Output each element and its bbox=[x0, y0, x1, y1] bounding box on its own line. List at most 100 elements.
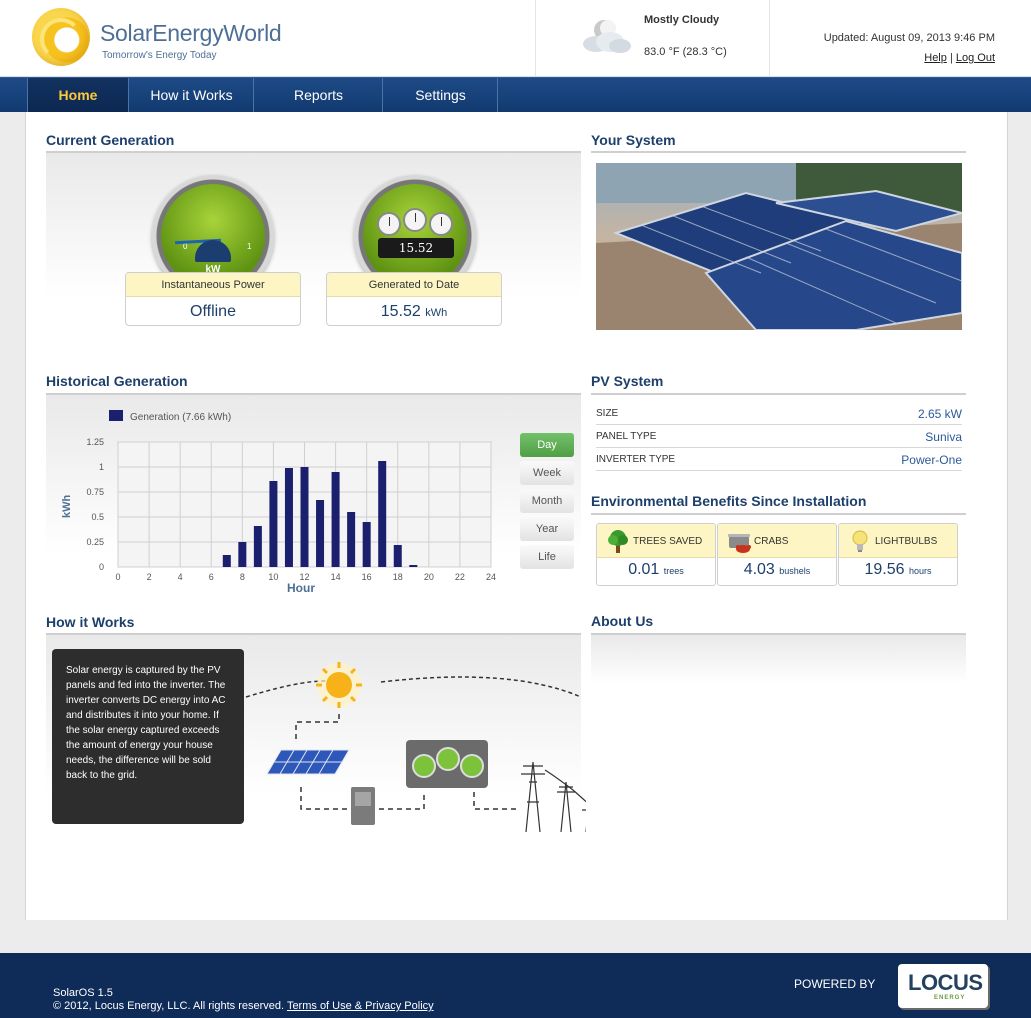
env-label: LIGHTBULBS bbox=[875, 536, 938, 547]
range-button-day[interactable]: Day bbox=[520, 433, 574, 457]
meter-icon bbox=[406, 740, 488, 788]
env-card-trees: TREES SAVED 0.01 trees bbox=[596, 523, 716, 586]
chart-x-tick-label: 6 bbox=[209, 572, 214, 582]
pv-value: Power-One bbox=[901, 453, 962, 467]
chart-legend: Generation (7.66 kWh) bbox=[130, 412, 231, 423]
nav-tab-settings[interactable]: Settings bbox=[384, 78, 498, 112]
instantaneous-power-card: Instantaneous Power Offline bbox=[125, 272, 301, 326]
pv-key: SIZE bbox=[596, 408, 619, 419]
gauge-scale-max: 1 bbox=[247, 242, 252, 251]
sun-logo-icon bbox=[32, 8, 90, 66]
env-unit: bushels bbox=[779, 566, 811, 576]
range-button-year[interactable]: Year bbox=[520, 517, 574, 541]
range-button-week[interactable]: Week bbox=[520, 461, 574, 485]
partly-cloudy-night-icon bbox=[583, 20, 631, 53]
chart-x-tick-label: 16 bbox=[362, 572, 372, 582]
pv-key: INVERTER TYPE bbox=[596, 454, 676, 465]
historical-generation-chart: Generation (7.66 kWh) 00.250.50.7511.25 … bbox=[61, 410, 496, 595]
help-link[interactable]: Help bbox=[924, 52, 947, 64]
how-it-works-description: Solar energy is captured by the PV panel… bbox=[52, 649, 244, 824]
historical-generation-title: Historical Generation bbox=[46, 373, 188, 389]
range-button-month[interactable]: Month bbox=[520, 489, 574, 513]
link-separator: | bbox=[949, 52, 953, 64]
nav-tab-home[interactable]: Home bbox=[27, 78, 129, 112]
terms-privacy-link[interactable]: Terms of Use & Privacy Policy bbox=[287, 1000, 434, 1012]
meter-dial-icon bbox=[403, 208, 427, 232]
energy-flow-diagram bbox=[245, 662, 586, 832]
about-us-title: About Us bbox=[591, 613, 654, 629]
chart-y-tick-label: 0.5 bbox=[91, 512, 104, 522]
chart-bar bbox=[316, 500, 325, 567]
instantaneous-power-value: Offline bbox=[190, 303, 236, 320]
pv-row-inverter-type: INVERTER TYPE Power-One bbox=[596, 448, 962, 471]
chart-bar bbox=[393, 545, 402, 567]
roof-panels-image bbox=[596, 163, 962, 330]
chart-bar bbox=[409, 565, 418, 567]
pv-value: Suniva bbox=[925, 430, 962, 444]
locus-logo-sub: ENERGY bbox=[934, 995, 966, 1001]
chart-y-tick-label: 0 bbox=[99, 562, 104, 572]
chart-y-tick-label: 0.75 bbox=[86, 487, 104, 497]
chart-x-tick-label: 20 bbox=[424, 572, 434, 582]
chart-bar bbox=[253, 526, 262, 567]
generated-to-date-value: 15.52 kWh bbox=[327, 297, 501, 325]
chart-bar bbox=[238, 542, 247, 567]
env-number: 4.03 bbox=[743, 561, 775, 578]
env-unit: trees bbox=[663, 566, 684, 576]
inverter-icon bbox=[351, 787, 375, 825]
meter-dial-icon bbox=[429, 212, 453, 236]
chart-bar bbox=[331, 472, 340, 567]
generated-to-date-label: Generated to Date bbox=[327, 273, 501, 297]
chart-x-tick-label: 0 bbox=[115, 572, 120, 582]
crab-pot-icon bbox=[728, 534, 751, 553]
chart-y-axis-label: kWh bbox=[61, 495, 73, 519]
lightbulb-icon bbox=[852, 530, 868, 552]
nav-tab-reports[interactable]: Reports bbox=[255, 78, 383, 112]
footer: SolarOS 1.5 © 2012, Locus Energy, LLC. A… bbox=[0, 953, 1031, 1018]
brand-logo[interactable]: SolarEnergyWorld Tomorrow's Energy Today bbox=[32, 8, 292, 68]
pv-value: 2.65 kW bbox=[917, 407, 962, 421]
weather-condition: Mostly Cloudy bbox=[644, 14, 720, 26]
pv-key: PANEL TYPE bbox=[596, 431, 657, 442]
chart-bar bbox=[284, 468, 293, 567]
instantaneous-power-label: Instantaneous Power bbox=[126, 273, 300, 297]
env-value: 0.01 trees bbox=[597, 561, 715, 579]
env-card-lightbulbs: LIGHTBULBS 19.56 hours bbox=[838, 523, 958, 586]
your-system-title: Your System bbox=[591, 132, 676, 148]
env-unit: hours bbox=[908, 566, 932, 576]
chart-y-tick-label: 1 bbox=[99, 462, 104, 472]
nav-tab-how-it-works[interactable]: How it Works bbox=[130, 78, 254, 112]
chart-bar bbox=[378, 461, 387, 567]
section-divider bbox=[591, 513, 966, 515]
environmental-benefits-title: Environmental Benefits Since Installatio… bbox=[591, 493, 867, 509]
logout-link[interactable]: Log Out bbox=[956, 52, 995, 64]
powered-by-label: POWERED BY bbox=[794, 977, 876, 991]
weather-temperature: 83.0 °F (28.3 °C) bbox=[644, 46, 727, 58]
chart-x-tick-label: 10 bbox=[268, 572, 278, 582]
locus-energy-logo[interactable]: LOCUS ENERGY bbox=[898, 964, 988, 1008]
chart-y-tick-label: 0.25 bbox=[86, 537, 104, 547]
pv-system-title: PV System bbox=[591, 373, 664, 389]
generated-to-date-unit: kWh bbox=[425, 307, 448, 319]
chart-bar bbox=[300, 467, 309, 567]
odometer-readout: 15.52 bbox=[378, 238, 454, 258]
chart-bar bbox=[347, 512, 356, 567]
env-card-crabs: CRABS 4.03 bushels bbox=[717, 523, 837, 586]
about-us-panel bbox=[591, 635, 966, 695]
brand-name: SolarEnergyWorld bbox=[100, 20, 282, 46]
chart-bar bbox=[222, 555, 231, 567]
solar-panels-photo bbox=[596, 163, 962, 330]
main-nav: Home How it Works Reports Settings bbox=[0, 77, 1031, 112]
power-grid-icon bbox=[521, 761, 586, 832]
how-it-works-title: How it Works bbox=[46, 614, 135, 630]
legend-swatch bbox=[109, 410, 123, 421]
chart-x-tick-label: 22 bbox=[455, 572, 465, 582]
section-divider bbox=[591, 151, 966, 153]
env-label: CRABS bbox=[754, 536, 789, 547]
gauge-hub bbox=[195, 240, 231, 262]
chart-bar bbox=[269, 481, 278, 567]
range-button-life[interactable]: Life bbox=[520, 545, 574, 569]
chart-x-tick-label: 14 bbox=[331, 572, 341, 582]
main-content: Current Generation 0 1 kW 15.52 Instanta… bbox=[25, 112, 1008, 920]
generated-to-date-number: 15.52 bbox=[380, 303, 421, 320]
